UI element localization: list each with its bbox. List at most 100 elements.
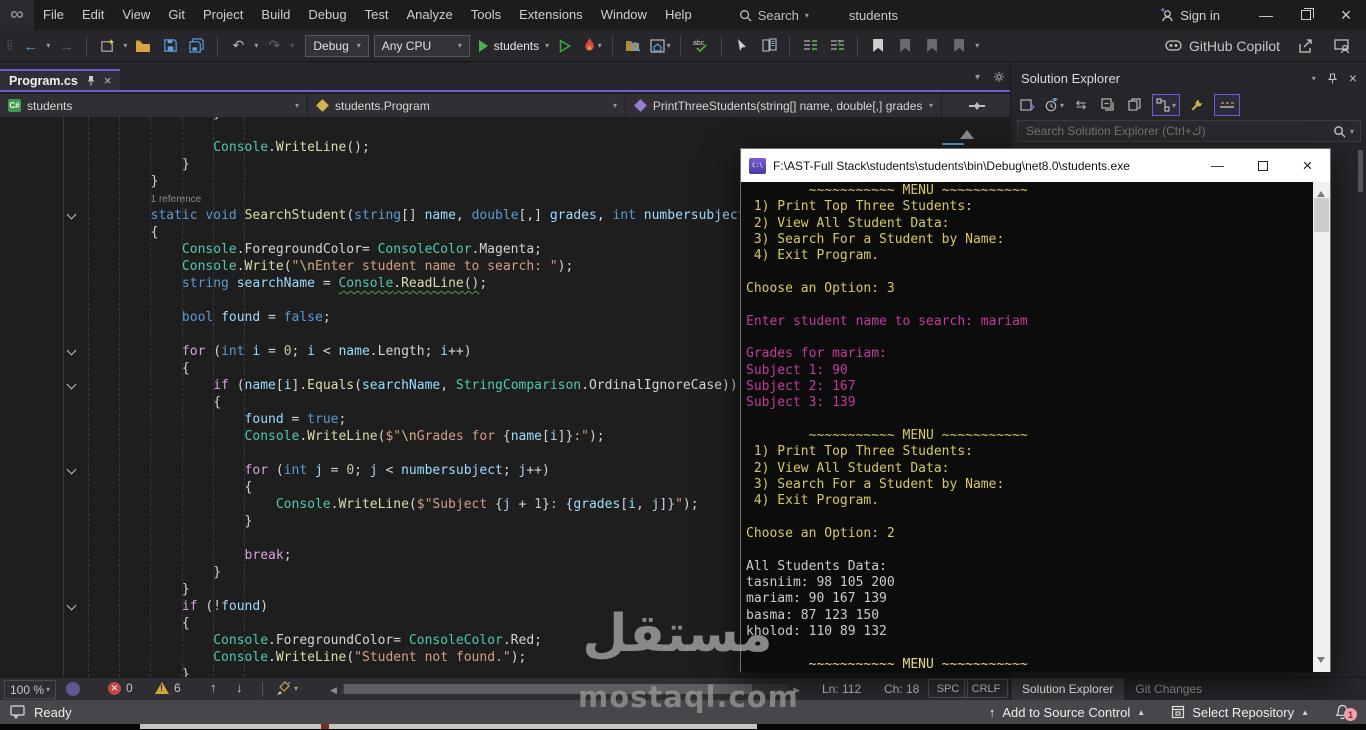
hot-reload-button[interactable]: ▾ — [581, 34, 603, 58]
menu-extensions[interactable]: Extensions — [510, 0, 592, 30]
fold-chevron-icon[interactable] — [67, 380, 77, 390]
zoom-select[interactable]: 100 % ▾ — [4, 680, 56, 699]
split-editor-button[interactable] — [944, 94, 1010, 117]
selection-mode-button[interactable] — [731, 34, 753, 58]
pin-icon[interactable] — [1328, 73, 1337, 84]
solution-explorer-search[interactable]: ▾ — [1017, 120, 1361, 142]
spaces-toggle[interactable]: SPC — [928, 679, 968, 698]
format-document-button[interactable] — [758, 34, 780, 58]
configuration-select[interactable]: Debug ▾ — [305, 35, 368, 57]
fold-chevron-icon[interactable] — [67, 601, 77, 611]
visual-studio-logo-icon[interactable]: ∞ — [0, 0, 34, 30]
fold-chevron-icon[interactable] — [67, 210, 77, 220]
new-project-caret-icon[interactable]: ▾ — [123, 41, 127, 50]
scroll-up-icon[interactable] — [960, 123, 974, 139]
menu-project[interactable]: Project — [194, 0, 252, 30]
panel-scrollbar-thumb[interactable] — [1358, 150, 1363, 192]
previous-issue-button[interactable]: ↑ — [210, 680, 217, 695]
start-without-debug-button[interactable] — [554, 34, 576, 58]
properties-button[interactable] — [1187, 94, 1207, 116]
error-count-button[interactable]: ✕ 0 — [108, 681, 133, 695]
warning-count-button[interactable]: 6 — [155, 681, 181, 695]
next-bookmark-button[interactable] — [921, 34, 943, 58]
find-in-files-button[interactable] — [622, 34, 644, 58]
restore-button[interactable] — [1286, 0, 1326, 30]
console-minimize-button[interactable]: — — [1195, 149, 1240, 182]
scrollbar-thumb[interactable] — [1314, 198, 1329, 232]
search-control[interactable]: Search ▾ — [739, 8, 809, 23]
scroll-down-icon[interactable] — [1317, 657, 1325, 667]
console-close-button[interactable]: × — [1285, 149, 1330, 182]
fold-chevron-icon[interactable] — [67, 465, 77, 475]
switch-views-button[interactable] — [1017, 94, 1037, 116]
new-project-button[interactable] — [96, 34, 118, 58]
navigate-back-caret-icon[interactable]: ▾ — [46, 41, 50, 50]
save-button[interactable] — [159, 34, 181, 58]
menu-window[interactable]: Window — [592, 0, 656, 30]
pin-icon[interactable] — [86, 75, 96, 86]
select-repository-button[interactable]: Select Repository ▲ — [1171, 705, 1309, 720]
collapse-all-button[interactable] — [1098, 94, 1118, 116]
sync-selection-button[interactable]: ▾ — [1152, 94, 1180, 116]
next-issue-button[interactable]: ↓ — [236, 680, 243, 695]
redo-caret-icon[interactable]: ▾ — [290, 41, 294, 50]
filter-button[interactable]: ▾ — [1044, 94, 1064, 116]
sync-with-active-document-button[interactable]: ⇆ — [1071, 94, 1091, 116]
type-dropdown[interactable]: students.Program ▾ — [308, 94, 626, 117]
comment-lines-button[interactable] — [799, 34, 821, 58]
undo-button[interactable]: ↶ — [227, 34, 249, 58]
menu-file[interactable]: File — [34, 0, 73, 30]
close-tab-icon[interactable]: × — [104, 73, 112, 88]
window-layout-button[interactable]: ▾ — [649, 34, 671, 58]
navigate-forward-button[interactable]: → — [55, 34, 77, 58]
panel-options-caret-icon[interactable]: ▾ — [1312, 74, 1316, 83]
tab-list-caret-icon[interactable]: ▾ — [975, 72, 980, 83]
console-body[interactable]: ~~~~~~~~~~~ MENU ~~~~~~~~~~~ 1) Print To… — [741, 182, 1330, 672]
menu-view[interactable]: View — [113, 0, 159, 30]
sign-in-button[interactable]: Sign in — [1159, 8, 1220, 23]
console-titlebar[interactable]: C:\ F:\AST-Full Stack\students\students\… — [741, 149, 1330, 182]
fold-chevron-icon[interactable] — [67, 346, 77, 356]
bookmark-overflow-caret-icon[interactable]: ▾ — [975, 41, 979, 50]
console-maximize-button[interactable] — [1240, 149, 1285, 182]
tab-solution-explorer[interactable]: Solution Explorer — [1011, 678, 1124, 700]
close-panel-icon[interactable]: × — [1349, 70, 1357, 86]
save-all-button[interactable] — [186, 34, 208, 58]
scroll-left-icon[interactable]: ◀ — [330, 685, 337, 696]
platform-select[interactable]: Any CPU ▾ — [374, 35, 470, 57]
tab-git-changes[interactable]: Git Changes — [1124, 678, 1213, 700]
menu-help[interactable]: Help — [656, 0, 701, 30]
start-debug-button[interactable]: students ▾ — [479, 34, 549, 58]
search-input[interactable] — [1018, 124, 1333, 138]
editor-options-gear-icon[interactable] — [993, 71, 1005, 83]
undo-caret-icon[interactable]: ▾ — [254, 41, 258, 50]
send-feedback-button[interactable] — [1330, 34, 1352, 58]
menu-git[interactable]: Git — [159, 0, 194, 30]
toolbar-drag-handle[interactable]: ⣿ — [6, 40, 14, 51]
member-dropdown[interactable]: PrintThreeStudents(string[] name, double… — [626, 94, 942, 117]
menu-test[interactable]: Test — [356, 0, 398, 30]
navigate-back-button[interactable]: ← — [19, 34, 41, 58]
uncomment-lines-button[interactable]: ? — [826, 34, 848, 58]
line-ending-toggle[interactable]: CRLF — [964, 679, 1008, 698]
close-button[interactable]: × — [1326, 0, 1366, 30]
clear-bookmarks-button[interactable] — [948, 34, 970, 58]
menu-analyze[interactable]: Analyze — [397, 0, 461, 30]
minimize-button[interactable]: — — [1246, 0, 1286, 30]
share-button[interactable] — [1294, 34, 1316, 58]
toggle-bookmark-button[interactable] — [867, 34, 889, 58]
document-health-icon[interactable] — [66, 682, 80, 696]
open-file-button[interactable] — [132, 34, 154, 58]
console-scrollbar[interactable] — [1313, 182, 1330, 672]
spell-check-button[interactable]: abc — [690, 34, 712, 58]
show-all-files-button[interactable] — [1125, 94, 1145, 116]
add-to-source-control-button[interactable]: ↑ Add to Source Control ▲ — [989, 705, 1145, 720]
menu-build[interactable]: Build — [252, 0, 299, 30]
preview-selected-items-button[interactable] — [1214, 94, 1240, 116]
menu-debug[interactable]: Debug — [299, 0, 355, 30]
notifications-button[interactable]: 1 — [1335, 704, 1350, 720]
tab-program-cs[interactable]: Program.cs × — [0, 69, 120, 90]
redo-button[interactable]: ↷ — [263, 34, 285, 58]
code-cleanup-button[interactable]: ▾ — [276, 681, 298, 696]
menu-tools[interactable]: Tools — [462, 0, 510, 30]
